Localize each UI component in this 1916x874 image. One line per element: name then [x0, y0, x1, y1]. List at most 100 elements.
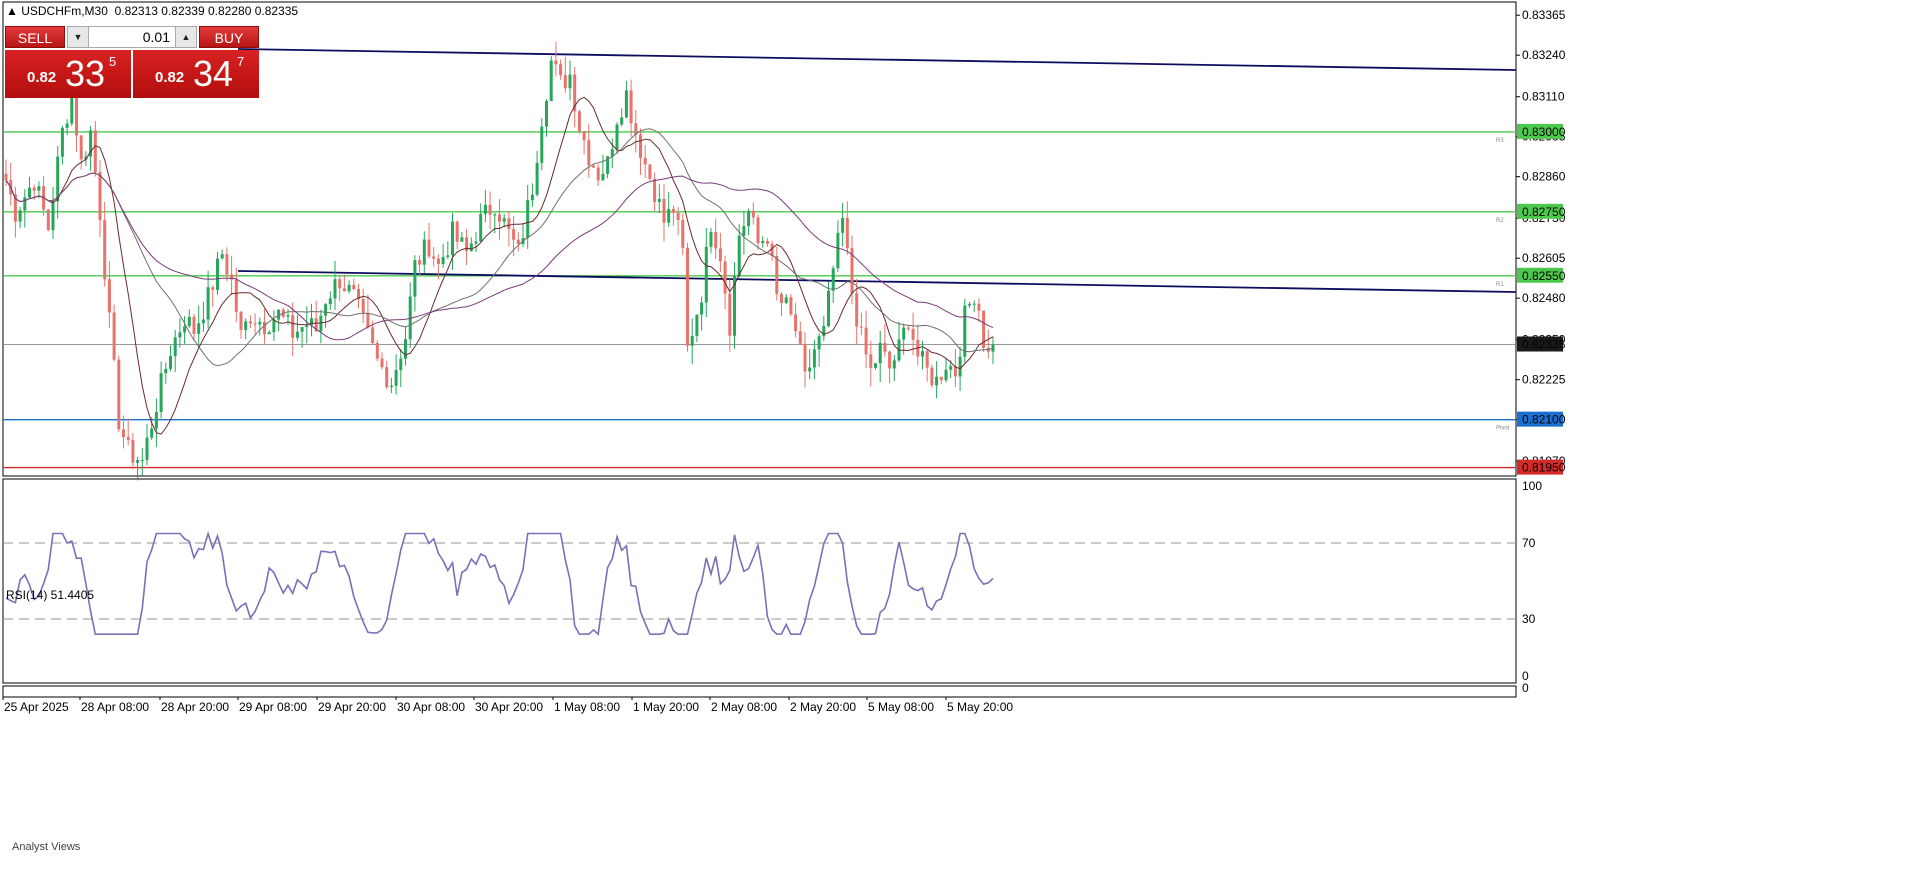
candle-body: [911, 328, 915, 340]
candle-body: [483, 204, 487, 214]
rsi-axis-label: 100: [1522, 479, 1542, 493]
candle-body: [723, 261, 727, 294]
candle-body: [968, 304, 971, 306]
candle-body: [841, 217, 845, 233]
candle-body: [831, 268, 835, 291]
candle-body: [493, 214, 497, 216]
buy-price-button[interactable]: 0.82 34 7: [133, 50, 259, 98]
candlestick-series: [4, 41, 995, 481]
lot-increase-icon[interactable]: ▲: [175, 27, 196, 47]
analyst-views-label[interactable]: Analyst Views: [12, 841, 80, 853]
candle-body: [258, 321, 262, 325]
candle-body: [563, 75, 567, 89]
sell-button[interactable]: SELL: [5, 26, 65, 48]
candle-body: [201, 319, 205, 324]
candle-body: [173, 337, 177, 357]
buy-button[interactable]: BUY: [199, 26, 259, 48]
candle-body: [338, 279, 342, 289]
candle-body: [164, 368, 168, 374]
candle-body: [704, 246, 708, 303]
candle-body: [380, 358, 384, 368]
candle-body: [197, 323, 201, 334]
level-tag-r3: R3: [1496, 138, 1504, 144]
candle-body: [150, 428, 154, 438]
candle-body: [37, 186, 41, 191]
lot-size-value[interactable]: 0.01: [143, 27, 170, 47]
candle-body: [559, 64, 563, 76]
candle-body: [498, 214, 501, 222]
candle-body: [107, 279, 111, 313]
candle-body: [587, 140, 591, 166]
candle-body: [154, 412, 158, 429]
price-tick-label: 0.82480: [1522, 291, 1566, 305]
candle-body: [178, 332, 182, 338]
candle-body: [28, 187, 31, 198]
candle-body: [131, 439, 135, 463]
level-tag-pivot: Pivot: [1496, 426, 1510, 432]
candle-body: [126, 437, 130, 440]
caret-up-icon: ▲: [6, 4, 22, 18]
time-axis-label: 1 May 08:00: [554, 700, 620, 714]
sell-price-prefix: 0.82: [27, 69, 57, 86]
price-tick-label: 0.83365: [1522, 8, 1566, 22]
candle-body: [761, 241, 765, 244]
candle-body: [925, 351, 929, 368]
candle-body: [234, 279, 238, 312]
time-axis-label: 29 Apr 20:00: [318, 700, 386, 714]
chart-area[interactable]: 0.833650.832400.831100.829850.828600.827…: [0, 0, 1916, 874]
candle-body: [836, 232, 840, 269]
buy-price-sup: 7: [237, 54, 245, 69]
candle-body: [545, 100, 548, 127]
candle-body: [328, 298, 332, 305]
candle-body: [366, 312, 370, 328]
candle-body: [79, 135, 83, 160]
candle-body: [728, 293, 732, 336]
time-axis-label: 30 Apr 08:00: [397, 700, 465, 714]
candle-body: [530, 194, 534, 201]
candle-body: [827, 290, 830, 326]
candle-body: [103, 220, 107, 280]
candle-body: [977, 303, 981, 311]
candle-body: [75, 93, 78, 136]
lot-size-field[interactable]: ▼ 0.01 ▲: [67, 26, 197, 48]
candle-body: [676, 212, 680, 221]
price-tick-label: 0.82225: [1522, 373, 1566, 387]
candle-body: [375, 342, 379, 359]
candle-body: [991, 344, 995, 352]
candle-body: [935, 376, 939, 386]
trendline-lower: [237, 270, 1517, 293]
candle-body: [389, 385, 393, 388]
candle-body: [582, 131, 586, 141]
candle-body: [502, 218, 506, 222]
sell-price-button[interactable]: 0.82 33 5: [5, 50, 131, 98]
candle-body: [413, 260, 417, 297]
lot-decrease-icon[interactable]: ▼: [68, 27, 89, 47]
rsi-axis-label: 30: [1522, 612, 1536, 626]
candle-body: [765, 241, 769, 244]
candle-body: [892, 360, 896, 369]
candle-body: [117, 359, 121, 430]
candle-body: [93, 130, 97, 173]
candle-body: [507, 218, 511, 230]
candle-body: [554, 60, 558, 65]
candle-body: [432, 256, 436, 259]
candle-body: [577, 111, 581, 132]
ma-mid-line: [5, 128, 994, 367]
candle-body: [878, 342, 882, 364]
candle-body: [639, 134, 642, 158]
candle-body: [479, 213, 483, 242]
candle-body: [272, 319, 276, 333]
candle-body: [225, 254, 229, 275]
candle-body: [864, 327, 868, 355]
candle-body: [145, 437, 149, 460]
candle-body: [596, 167, 600, 181]
candle-body: [18, 210, 22, 222]
price-tick-label: 0.82860: [1522, 170, 1566, 184]
candle-body: [451, 221, 454, 256]
candle-body: [248, 321, 252, 324]
candle-body: [23, 197, 27, 211]
candle-body: [427, 239, 431, 257]
ma-slow-line: [5, 172, 994, 341]
time-axis-label: 28 Apr 20:00: [161, 700, 229, 714]
candle-body: [286, 315, 290, 317]
